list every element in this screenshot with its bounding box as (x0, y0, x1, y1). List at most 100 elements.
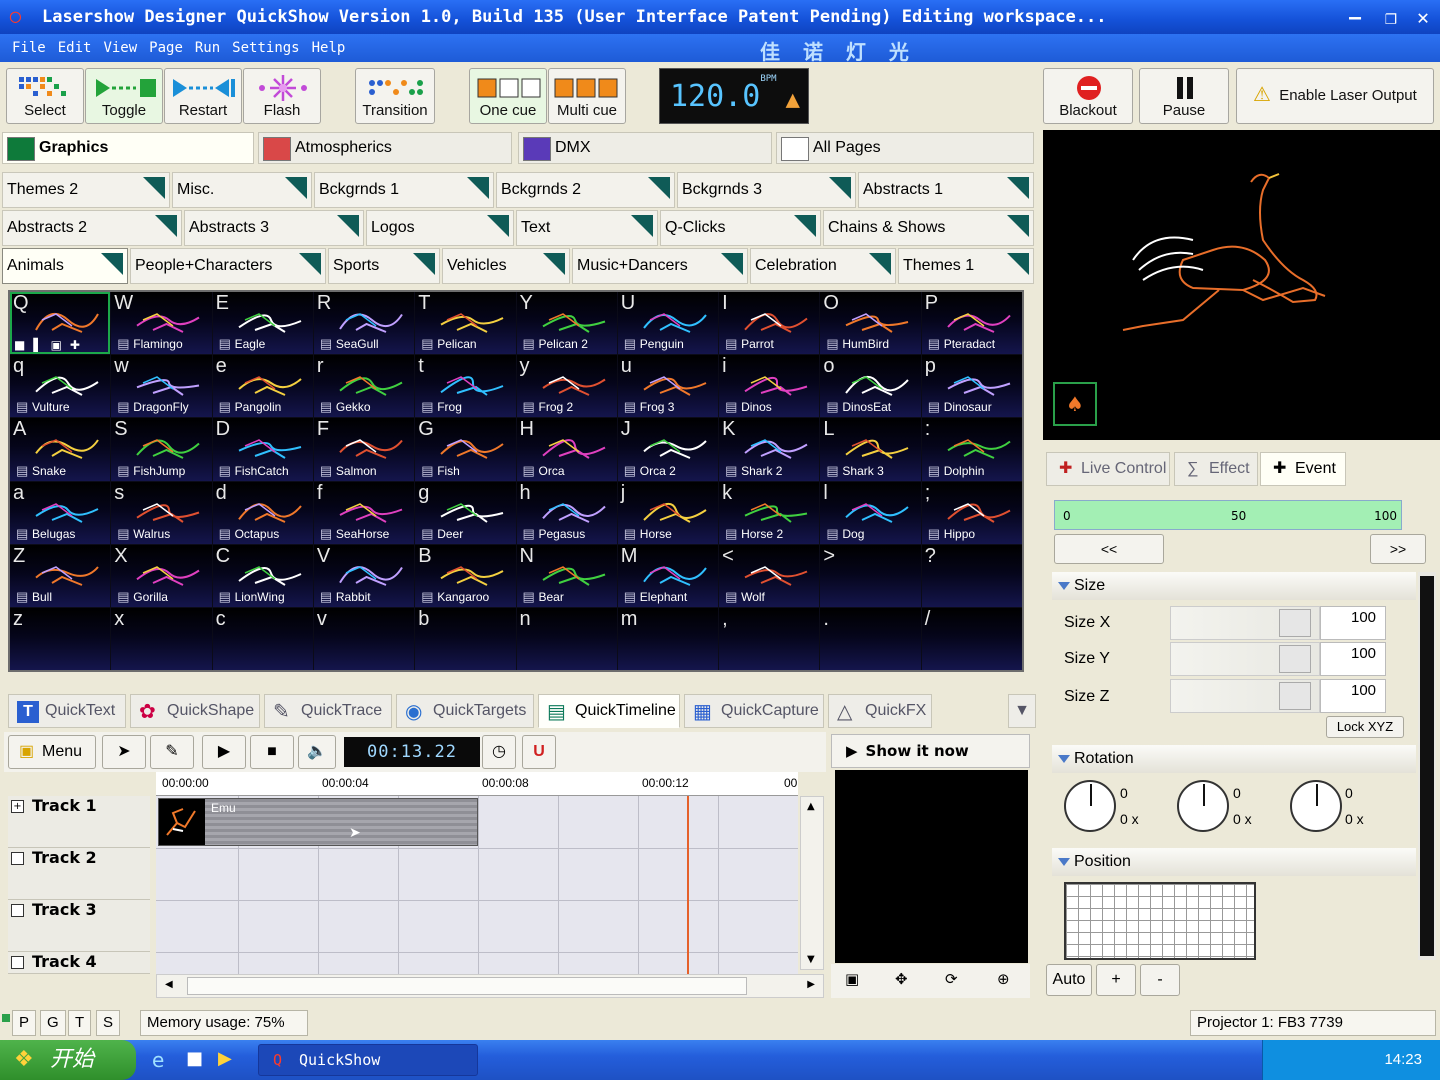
page-tab-all-pages[interactable]: All Pages (776, 132, 1034, 164)
add-button[interactable]: + (1096, 964, 1136, 996)
close-button[interactable]: ✕ (1410, 4, 1436, 30)
tab-live-control[interactable]: ✚ Live Control (1046, 452, 1170, 486)
dropdown-triangle-icon[interactable] (648, 177, 670, 199)
category-tab[interactable]: Bckgrnds 3 (677, 172, 856, 208)
size-section-header[interactable]: Size (1052, 572, 1416, 600)
cue-cell[interactable]: v (313, 607, 415, 670)
cue-cell[interactable]: ? (921, 544, 1022, 607)
cue-cell[interactable]: q Vulture (10, 355, 111, 418)
cue-cell[interactable]: M Elephant (617, 544, 719, 607)
dropdown-triangle-icon[interactable] (467, 177, 489, 199)
scroll-up-icon[interactable]: ▲ (807, 801, 815, 812)
dropdown-triangle-icon[interactable] (1007, 177, 1029, 199)
explorer-icon[interactable]: ■ (186, 1048, 203, 1069)
category-tab[interactable]: Bckgrnds 2 (496, 172, 675, 208)
cue-cell[interactable]: a Belugas (10, 481, 111, 544)
cue-cell[interactable]: V Rabbit (313, 544, 415, 607)
play-button[interactable]: ▶ (202, 735, 246, 769)
dropdown-triangle-icon[interactable] (1007, 215, 1029, 237)
cue-cell[interactable]: Z Bull (10, 544, 111, 607)
menu-view[interactable]: View (103, 34, 137, 62)
cue-cell[interactable]: , (719, 607, 820, 670)
cue-cell[interactable]: U Penguin (617, 292, 719, 355)
cue-cell[interactable]: j Horse (617, 481, 719, 544)
lock-xyz-button[interactable]: Lock XYZ (1326, 716, 1404, 738)
cue-cell[interactable]: h Pegasus (516, 481, 617, 544)
transition-button[interactable]: Transition (355, 68, 435, 124)
cue-cell[interactable]: F Salmon (313, 418, 415, 481)
dropdown-triangle-icon[interactable] (829, 177, 851, 199)
cue-cell[interactable]: H Orca (516, 418, 617, 481)
cue-cell[interactable]: / (921, 607, 1022, 670)
category-tab[interactable]: Celebration (750, 248, 896, 284)
page-tab-atmospherics[interactable]: Atmospherics (258, 132, 512, 164)
size-z-input[interactable]: 100 (1320, 679, 1386, 713)
slider-knob[interactable] (1279, 682, 1311, 710)
size-z-label[interactable]: Size Z (1064, 688, 1109, 706)
cue-cell[interactable]: p Dinosaur (921, 355, 1022, 418)
category-tab[interactable]: Animals (2, 248, 128, 284)
previous-button[interactable]: << (1054, 534, 1164, 564)
rotation-z-value[interactable]: 0 (1345, 780, 1385, 806)
size-y-input[interactable]: 100 (1320, 642, 1386, 676)
cue-cell[interactable]: u Frog 3 (617, 355, 719, 418)
expand-icon[interactable] (11, 956, 24, 969)
tab-quickshape[interactable]: ✿ QuickShape (130, 694, 260, 728)
tab-effect[interactable]: ∑ Effect (1174, 452, 1258, 486)
taskbar-quickshow[interactable]: Q QuickShow (258, 1044, 478, 1076)
dropdown-triangle-icon[interactable] (794, 215, 816, 237)
dropdown-triangle-icon[interactable] (299, 253, 321, 275)
cue-cell[interactable]: c (212, 607, 313, 670)
cue-cell[interactable]: A Snake (10, 418, 111, 481)
pointer-tool-button[interactable]: ➤ (102, 735, 146, 769)
horizontal-scrollbar[interactable]: ◀ ▶ (156, 974, 824, 998)
category-tab[interactable]: Logos (366, 210, 514, 246)
dropdown-triangle-icon[interactable] (337, 215, 359, 237)
multi-cue-button[interactable]: Multi cue (548, 68, 626, 124)
stop-button[interactable]: ■ (250, 735, 294, 769)
rotation-dial-x[interactable] (1064, 780, 1116, 832)
media-player-icon[interactable]: ▶ (218, 1048, 232, 1069)
cue-cell[interactable]: K Shark 2 (719, 418, 820, 481)
playhead[interactable] (687, 796, 689, 974)
toggle-button[interactable]: Toggle (85, 68, 163, 124)
cue-cell[interactable]: d Octapus (212, 481, 313, 544)
one-cue-button[interactable]: One cue (469, 68, 547, 124)
cue-cell[interactable]: E Eagle (212, 292, 313, 355)
rotation-z-speed[interactable]: 0 x (1345, 806, 1385, 832)
category-tab[interactable]: Abstracts 3 (184, 210, 364, 246)
show-it-now-button[interactable]: ▶ Show it now (831, 734, 1030, 768)
cue-cell[interactable]: Y Pelican 2 (516, 292, 617, 355)
cue-cell[interactable]: n (516, 607, 617, 670)
cue-cell[interactable]: o DinosEat (820, 355, 921, 418)
dropdown-triangle-icon[interactable] (1007, 253, 1029, 275)
dropdown-triangle-icon[interactable] (285, 177, 307, 199)
rotation-section-header[interactable]: Rotation (1052, 745, 1416, 773)
cue-cell[interactable]: k Horse 2 (719, 481, 820, 544)
tab-quicktext[interactable]: T QuickText (8, 694, 126, 728)
timeline-clip[interactable]: Emu ➤ (158, 798, 478, 846)
preview-thumbnail-button[interactable]: ♠ (1053, 382, 1097, 426)
cue-controls[interactable]: ■▌▣✚ (14, 338, 88, 352)
cue-cell[interactable]: T Pelican (415, 292, 516, 355)
right-scrollbar[interactable] (1418, 572, 1436, 960)
category-tab[interactable]: Chains & Shows (823, 210, 1034, 246)
cue-cell[interactable]: f SeaHorse (313, 481, 415, 544)
cue-cell[interactable]: O HumBird (820, 292, 921, 355)
category-tab[interactable]: Themes 1 (898, 248, 1034, 284)
size-z-slider[interactable] (1170, 679, 1320, 713)
cue-cell[interactable]: r Gekko (313, 355, 415, 418)
category-tab[interactable]: Vehicles (442, 248, 570, 284)
cue-cell[interactable]: L Shark 3 (820, 418, 921, 481)
position-grid[interactable] (1064, 882, 1256, 960)
rotation-dial-y[interactable] (1177, 780, 1229, 832)
status-g-button[interactable]: G (40, 1010, 66, 1036)
cue-cell[interactable]: D FishCatch (212, 418, 313, 481)
tab-quicktrace[interactable]: ✎ QuickTrace (264, 694, 392, 728)
cue-cell[interactable]: W Flamingo (111, 292, 212, 355)
tab-quicktargets[interactable]: ◉ QuickTargets (396, 694, 534, 728)
enable-laser-output-button[interactable]: ⚠ Enable Laser Output (1236, 68, 1434, 124)
category-tab[interactable]: Abstracts 2 (2, 210, 182, 246)
cue-cell[interactable]: X Gorilla (111, 544, 212, 607)
cue-cell[interactable]: i Dinos (719, 355, 820, 418)
